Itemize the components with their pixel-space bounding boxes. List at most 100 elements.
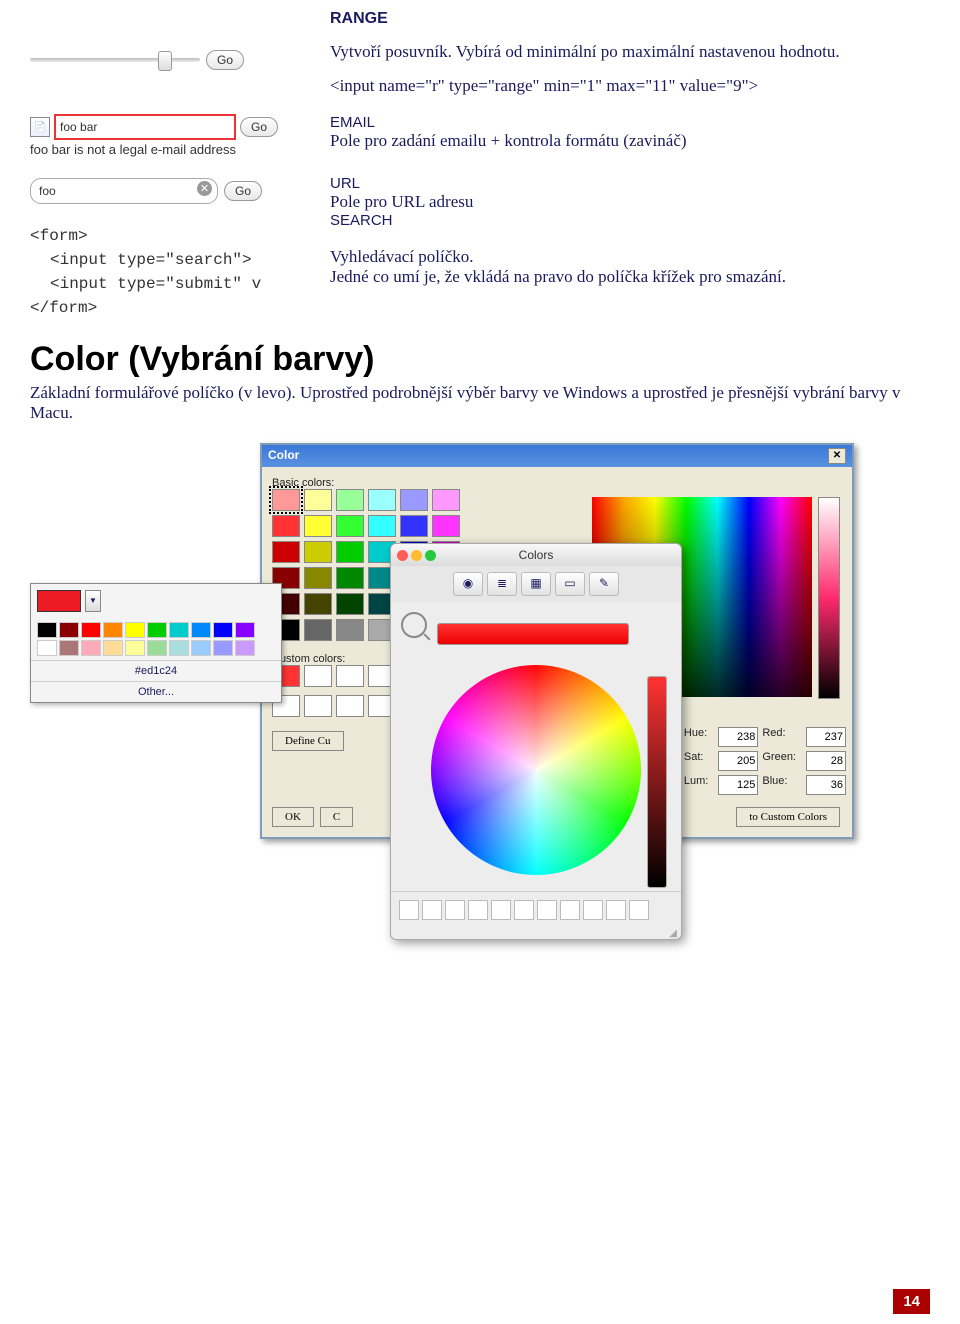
palette-swatch[interactable] — [147, 622, 167, 638]
search-desc2: Jedné co umí je, že vkládá na pravo do p… — [330, 267, 930, 287]
search-desc: Vyhledávací políčko. — [330, 247, 930, 267]
color-swatch[interactable] — [37, 590, 81, 612]
basic-color-swatch[interactable] — [272, 515, 300, 537]
basic-color-swatch[interactable] — [304, 619, 332, 641]
magnifier-icon[interactable] — [401, 612, 427, 638]
email-input[interactable] — [54, 114, 236, 140]
basic-color-swatch[interactable] — [432, 489, 460, 511]
dropdown-icon[interactable]: ▼ — [85, 590, 101, 612]
lum-input[interactable] — [718, 775, 758, 795]
mac-title: Colors — [519, 548, 554, 562]
minimize-icon[interactable] — [411, 550, 422, 561]
red-input[interactable] — [806, 727, 846, 747]
basic-color-swatch[interactable] — [336, 489, 364, 511]
range-code: <input name="r" type="range" min="1" max… — [330, 76, 930, 96]
basic-color-swatch[interactable] — [368, 489, 396, 511]
palette-swatch[interactable] — [147, 640, 167, 656]
basic-color-swatch[interactable] — [336, 567, 364, 589]
cancel-button[interactable]: C — [320, 807, 353, 827]
palette-swatch[interactable] — [37, 640, 57, 656]
palette-swatch[interactable] — [235, 622, 255, 638]
other-button[interactable]: Other... — [31, 681, 281, 702]
go-button[interactable]: Go — [240, 117, 278, 137]
clear-icon[interactable]: ✕ — [197, 181, 212, 196]
palette-swatch[interactable] — [81, 640, 101, 656]
palette-swatch[interactable] — [125, 640, 145, 656]
close-icon[interactable] — [397, 550, 408, 561]
basic-color-swatch[interactable] — [336, 541, 364, 563]
current-color-bar — [437, 623, 629, 645]
basic-label: Basic colors: — [272, 477, 842, 489]
basic-color-swatch[interactable] — [272, 489, 300, 511]
palette-swatch[interactable] — [59, 640, 79, 656]
email-error: foo bar is not a legal e-mail address — [30, 142, 310, 158]
hue-input[interactable] — [718, 727, 758, 747]
palette-swatch[interactable] — [235, 640, 255, 656]
basic-color-swatch[interactable] — [304, 567, 332, 589]
url-desc: Pole pro URL adresu — [330, 192, 930, 212]
define-button[interactable]: Define Cu — [272, 731, 344, 751]
mac-swatches[interactable] — [391, 891, 681, 928]
basic-color-swatch[interactable] — [400, 489, 428, 511]
basic-color-swatch[interactable] — [336, 515, 364, 537]
luminance-bar[interactable] — [818, 497, 840, 699]
hex-label: #ed1c24 — [31, 660, 281, 681]
palette-swatch[interactable] — [125, 622, 145, 638]
palette-swatch[interactable] — [191, 640, 211, 656]
palette-swatch[interactable] — [81, 622, 101, 638]
sliders-tab-icon[interactable]: ≣ — [487, 572, 517, 596]
blue-input[interactable] — [806, 775, 846, 795]
palette-grid[interactable] — [31, 618, 281, 660]
palette-swatch[interactable] — [169, 622, 189, 638]
mac-color-dialog: Colors ◉≣▦▭✎ ◢ — [390, 543, 682, 940]
crayons-tab-icon[interactable]: ✎ — [589, 572, 619, 596]
palette-swatch[interactable] — [37, 622, 57, 638]
image-tab-icon[interactable]: ▭ — [555, 572, 585, 596]
palette-swatch[interactable] — [103, 640, 123, 656]
basic-color-swatch[interactable] — [304, 593, 332, 615]
simple-color-picker: ▼ #ed1c24 Other... — [30, 583, 282, 703]
green-input[interactable] — [806, 751, 846, 771]
ok-button[interactable]: OK — [272, 807, 314, 827]
search-heading: SEARCH — [330, 212, 930, 229]
color-heading: Color (Vybrání barvy) — [30, 340, 930, 379]
palette-swatch[interactable] — [103, 622, 123, 638]
page-number: 14 — [893, 1289, 930, 1314]
palette-swatch[interactable] — [191, 622, 211, 638]
zoom-icon[interactable] — [425, 550, 436, 561]
go-button[interactable]: Go — [224, 181, 262, 201]
basic-color-swatch[interactable] — [400, 515, 428, 537]
basic-color-swatch[interactable] — [304, 515, 332, 537]
resize-grip-icon[interactable]: ◢ — [391, 928, 681, 939]
close-icon[interactable]: ✕ — [828, 448, 846, 464]
palette-tab-icon[interactable]: ▦ — [521, 572, 551, 596]
go-button[interactable]: Go — [206, 50, 244, 70]
url-heading: URL — [330, 175, 930, 192]
color-wheel[interactable] — [431, 665, 641, 875]
range-heading: RANGE — [330, 10, 930, 28]
palette-swatch[interactable] — [59, 622, 79, 638]
wheel-tab-icon[interactable]: ◉ — [453, 572, 483, 596]
mac-tabs[interactable]: ◉≣▦▭✎ — [391, 566, 681, 602]
search-input[interactable] — [30, 178, 218, 204]
sat-input[interactable] — [718, 751, 758, 771]
page-icon: 📄 — [30, 117, 50, 137]
range-slider[interactable] — [30, 58, 200, 62]
basic-color-swatch[interactable] — [432, 515, 460, 537]
email-heading: EMAIL — [330, 114, 930, 131]
brightness-slider[interactable] — [647, 676, 667, 888]
color-fields: Hue: Red: Sat: Green: Lum: Blue: — [684, 727, 840, 795]
palette-swatch[interactable] — [213, 622, 233, 638]
win-title: Color — [268, 448, 299, 464]
code-snippet: <form> <input type="search"> <input type… — [30, 224, 310, 320]
add-custom-button[interactable]: to Custom Colors — [736, 807, 840, 827]
basic-color-swatch[interactable] — [336, 593, 364, 615]
palette-swatch[interactable] — [213, 640, 233, 656]
basic-color-swatch[interactable] — [336, 619, 364, 641]
basic-color-swatch[interactable] — [272, 541, 300, 563]
basic-color-swatch[interactable] — [304, 541, 332, 563]
basic-color-swatch[interactable] — [304, 489, 332, 511]
basic-color-swatch[interactable] — [368, 515, 396, 537]
palette-swatch[interactable] — [169, 640, 189, 656]
slider-thumb[interactable] — [158, 51, 172, 71]
